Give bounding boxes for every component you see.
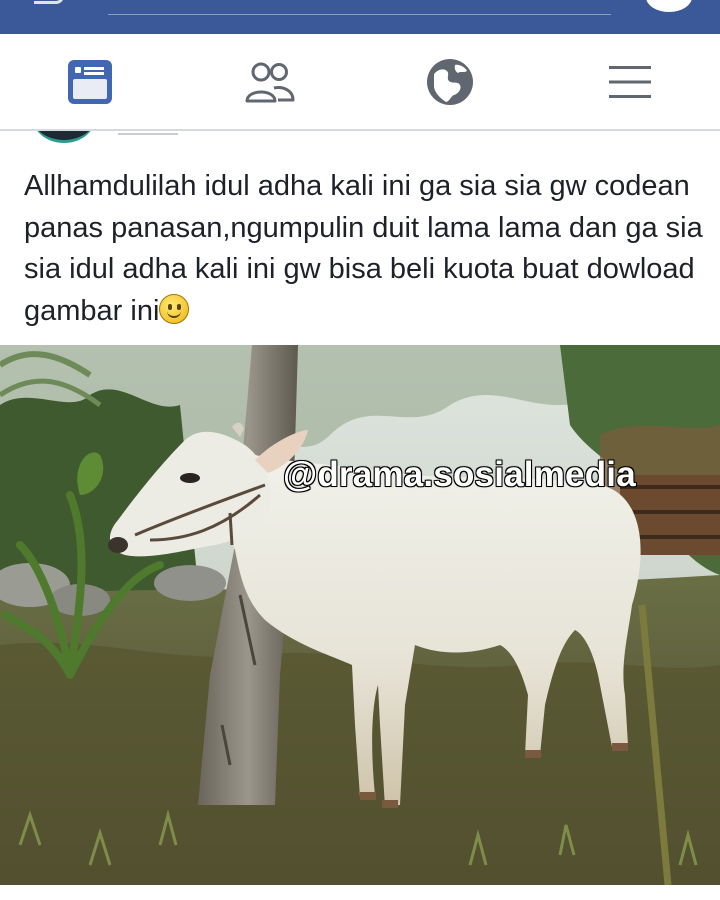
messenger-icon[interactable] [646, 0, 692, 12]
top-app-bar [0, 0, 720, 34]
menu-icon [609, 66, 651, 98]
post-body-text: Allhamdulilah idul adha kali ini ga sia … [24, 170, 703, 327]
post-photo[interactable] [0, 345, 720, 885]
smiley-face-emoji [159, 293, 190, 324]
post-footer [0, 885, 720, 900]
tab-friends[interactable] [240, 52, 300, 112]
tab-news-feed[interactable] [60, 52, 120, 112]
tab-navigation [0, 34, 720, 131]
partial-icon[interactable] [34, 0, 64, 4]
watermark-text: @drama.sosialmedia [282, 454, 636, 494]
tab-notifications-globe[interactable] [420, 52, 480, 112]
globe-icon [427, 59, 473, 105]
friends-icon [245, 62, 295, 103]
white-cow-photo [0, 345, 720, 885]
post-meta [118, 131, 178, 135]
search-input[interactable] [108, 14, 611, 15]
news-feed-icon [68, 60, 112, 104]
post-header [0, 131, 720, 145]
avatar[interactable] [32, 131, 96, 143]
tab-menu[interactable] [600, 52, 660, 112]
post-text: Allhamdulilah idul adha kali ini ga sia … [24, 166, 704, 332]
